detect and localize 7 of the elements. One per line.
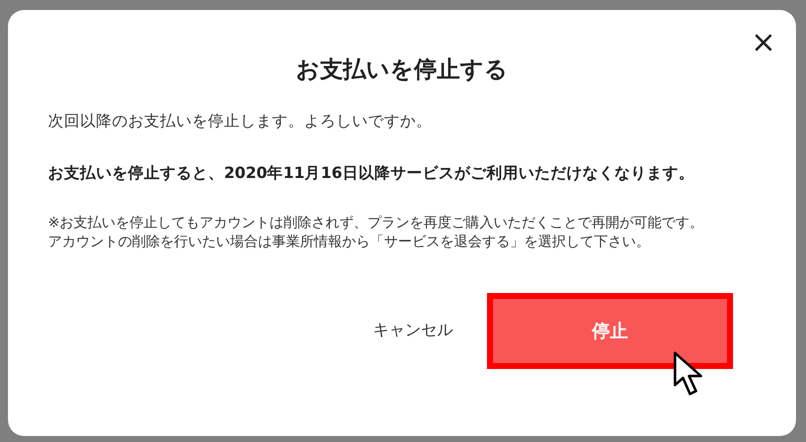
- note-text: ※お支払いを停止してもアカウントは削除されず、プランを再度ご購入いただくことで再開が可能です。: [48, 214, 705, 233]
- message-text: 次回以降のお支払いを停止します。よろしいですか。: [48, 111, 433, 132]
- warning-text: お支払いを停止すると、2020年11月16日以降サービスがご利用いただけなくなります。: [48, 162, 696, 184]
- close-button[interactable]: ×: [746, 28, 780, 58]
- dialog-title: お支払いを停止する: [295, 56, 509, 85]
- note-text: アカウントの削除を行いたい場合は事業所情報から「サービスを退会する」を選択して下さい。: [48, 232, 651, 251]
- cancel-button[interactable]: キャンセル: [367, 312, 459, 350]
